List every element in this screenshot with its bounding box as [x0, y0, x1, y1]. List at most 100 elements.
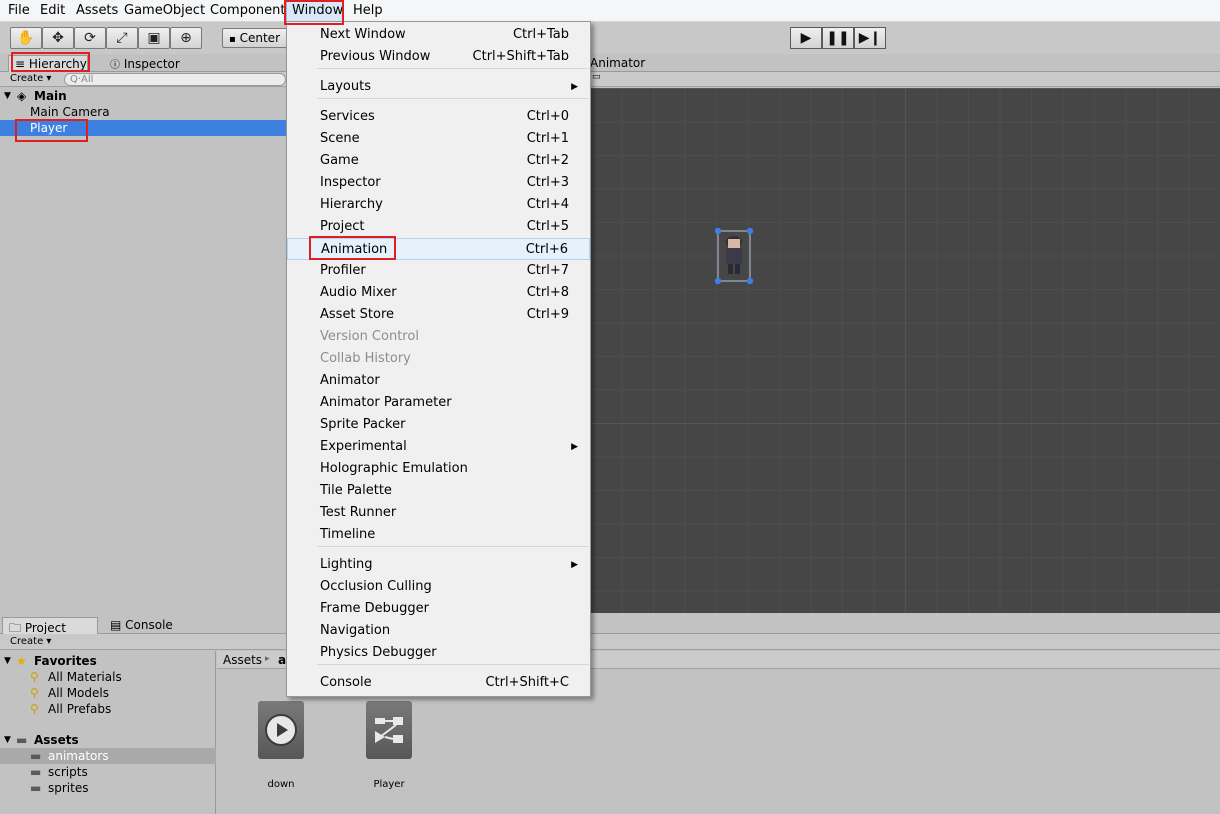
- menu-item-services[interactable]: Services Ctrl+0: [287, 106, 590, 128]
- favorite-item[interactable]: ⚲ All Models: [0, 685, 216, 701]
- menu-gameobject[interactable]: GameObject: [124, 3, 205, 18]
- star-icon: ★: [16, 654, 27, 668]
- menu-file[interactable]: File: [8, 3, 30, 18]
- favorites-row[interactable]: ▼ ★ Favorites: [0, 653, 216, 669]
- project-create-button[interactable]: Create ▾: [6, 635, 55, 649]
- pause-button[interactable]: ❚❚: [822, 27, 854, 49]
- project-toolbar: Create ▾: [0, 634, 1220, 650]
- menu-item-lighting[interactable]: Lighting ▶: [287, 554, 590, 576]
- hierarchy-create-button[interactable]: Create ▾: [6, 72, 55, 86]
- folder-row-scripts[interactable]: ▬ scripts: [0, 764, 216, 780]
- menu-item-tile-palette[interactable]: Tile Palette: [287, 480, 590, 502]
- menu-separator: [317, 664, 589, 665]
- menu-separator: [317, 68, 589, 69]
- breadcrumb-current[interactable]: a: [278, 653, 286, 667]
- menu-help[interactable]: Help: [353, 3, 383, 18]
- menu-item-label: Tile Palette: [320, 483, 392, 498]
- menu-item-label: Profiler: [320, 263, 366, 278]
- tab-project[interactable]: 🗀 Project: [2, 617, 98, 635]
- menu-assets[interactable]: Assets: [76, 3, 118, 18]
- hierarchy-search-input[interactable]: Q·All: [64, 73, 286, 86]
- menu-bar: File Edit Assets GameObject Component Wi…: [0, 0, 1220, 22]
- folder-row-sprites[interactable]: ▬ sprites: [0, 780, 216, 796]
- folder-row-animators[interactable]: ▬ animators: [0, 748, 216, 764]
- scene-tool-icon[interactable]: ▭: [592, 72, 601, 82]
- menu-item-timeline[interactable]: Timeline: [287, 524, 590, 546]
- menu-item-hierarchy[interactable]: Hierarchy Ctrl+4: [287, 194, 590, 216]
- menu-item-shortcut: Ctrl+Shift+C: [485, 675, 569, 690]
- tree-scene-label: Main: [34, 89, 67, 103]
- tab-animator[interactable]: Animator: [590, 56, 645, 70]
- menu-item-test-runner[interactable]: Test Runner: [287, 502, 590, 524]
- player-sprite[interactable]: [714, 228, 754, 284]
- menu-edit[interactable]: Edit: [40, 3, 65, 18]
- pivot-icon: ▪: [229, 34, 236, 45]
- tab-console[interactable]: ▤ Console: [104, 617, 179, 634]
- pivot-label: Center: [239, 31, 280, 45]
- menu-item-label: Occlusion Culling: [320, 579, 432, 594]
- animator-controller-icon: [375, 717, 403, 743]
- menu-item-asset-store[interactable]: Asset Store Ctrl+9: [287, 304, 590, 326]
- folder-icon: ▬: [30, 781, 42, 795]
- menu-component[interactable]: Component: [210, 3, 285, 18]
- scale-icon: ⤢: [116, 30, 128, 46]
- menu-item-animator[interactable]: Animator: [287, 370, 590, 392]
- assets-root-row[interactable]: ▼ ▬ Assets: [0, 732, 216, 748]
- menu-item-game[interactable]: Game Ctrl+2: [287, 150, 590, 172]
- expand-arrow-icon: ▼: [4, 91, 11, 101]
- scene-view[interactable]: [590, 88, 1220, 613]
- menu-item-animation[interactable]: Animation Ctrl+6: [287, 238, 590, 260]
- tree-item-player[interactable]: Player: [0, 120, 290, 136]
- chevron-right-icon: ▸: [265, 654, 270, 664]
- menu-item-audio-mixer[interactable]: Audio Mixer Ctrl+8: [287, 282, 590, 304]
- menu-item-physics-debugger[interactable]: Physics Debugger: [287, 642, 590, 664]
- hand-tool-button[interactable]: ✋: [10, 27, 42, 49]
- asset-down[interactable]: [258, 701, 304, 759]
- menu-item-frame-debugger[interactable]: Frame Debugger: [287, 598, 590, 620]
- menu-item-profiler[interactable]: Profiler Ctrl+7: [287, 260, 590, 282]
- folder-icon: ▬: [30, 765, 42, 779]
- tab-hierarchy[interactable]: ≡ Hierarchy: [8, 55, 88, 72]
- menu-item-sprite-packer[interactable]: Sprite Packer: [287, 414, 590, 436]
- menu-item-shortcut: Ctrl+2: [526, 153, 569, 168]
- scale-tool-button[interactable]: ⤢: [106, 27, 138, 49]
- favorite-item[interactable]: ⚲ All Prefabs: [0, 701, 216, 717]
- menu-item-project[interactable]: Project Ctrl+5: [287, 216, 590, 238]
- move-tool-button[interactable]: ✥: [42, 27, 74, 49]
- handle-bottom-right: [746, 277, 754, 284]
- tab-inspector[interactable]: ⓘ Inspector: [104, 55, 186, 72]
- menu-item-experimental[interactable]: Experimental ▶: [287, 436, 590, 458]
- menu-item-label: Frame Debugger: [320, 601, 429, 616]
- menu-item-navigation[interactable]: Navigation: [287, 620, 590, 642]
- menu-window[interactable]: Window: [292, 3, 343, 18]
- pivot-toggle-button[interactable]: ▪ Center: [222, 28, 292, 48]
- expand-arrow-icon: ▼: [4, 656, 11, 666]
- transform-tool-button[interactable]: ⊕: [170, 27, 202, 49]
- menu-item-animator-parameter[interactable]: Animator Parameter: [287, 392, 590, 414]
- list-icon: ≡: [15, 57, 26, 71]
- project-tab-bar: 🗀 Project ▤ Console: [0, 617, 1220, 635]
- menu-item-previous-window[interactable]: Previous Window Ctrl+Shift+Tab: [287, 46, 590, 68]
- rotate-tool-button[interactable]: ⟳: [74, 27, 106, 49]
- menu-item-holographic-emulation[interactable]: Holographic Emulation: [287, 458, 590, 480]
- tree-item-main-camera[interactable]: Main Camera: [0, 104, 290, 120]
- menu-item-shortcut: Ctrl+Tab: [512, 27, 569, 42]
- menu-item-layouts[interactable]: Layouts ▶: [287, 76, 590, 98]
- menu-item-occlusion-culling[interactable]: Occlusion Culling: [287, 576, 590, 598]
- play-button[interactable]: ▶: [790, 27, 822, 49]
- menu-item-console[interactable]: Console Ctrl+Shift+C: [287, 672, 590, 694]
- step-button[interactable]: ▶❙: [854, 27, 886, 49]
- menu-item-next-window[interactable]: Next Window Ctrl+Tab: [287, 24, 590, 46]
- breadcrumb-assets[interactable]: Assets: [223, 653, 262, 667]
- project-create-label: Create: [10, 636, 44, 647]
- tree-scene-row[interactable]: ▼ ◈ Main: [0, 88, 290, 104]
- asset-player-controller[interactable]: [366, 701, 412, 759]
- rect-tool-button[interactable]: ▣: [138, 27, 170, 49]
- rotate-icon: ⟳: [84, 30, 96, 46]
- handle-top-right: [746, 228, 754, 235]
- menu-item-label: Navigation: [320, 623, 391, 638]
- scene-tab-bar: Animator: [590, 54, 1220, 72]
- favorite-item[interactable]: ⚲ All Materials: [0, 669, 216, 685]
- menu-item-inspector[interactable]: Inspector Ctrl+3: [287, 172, 590, 194]
- menu-item-scene[interactable]: Scene Ctrl+1: [287, 128, 590, 150]
